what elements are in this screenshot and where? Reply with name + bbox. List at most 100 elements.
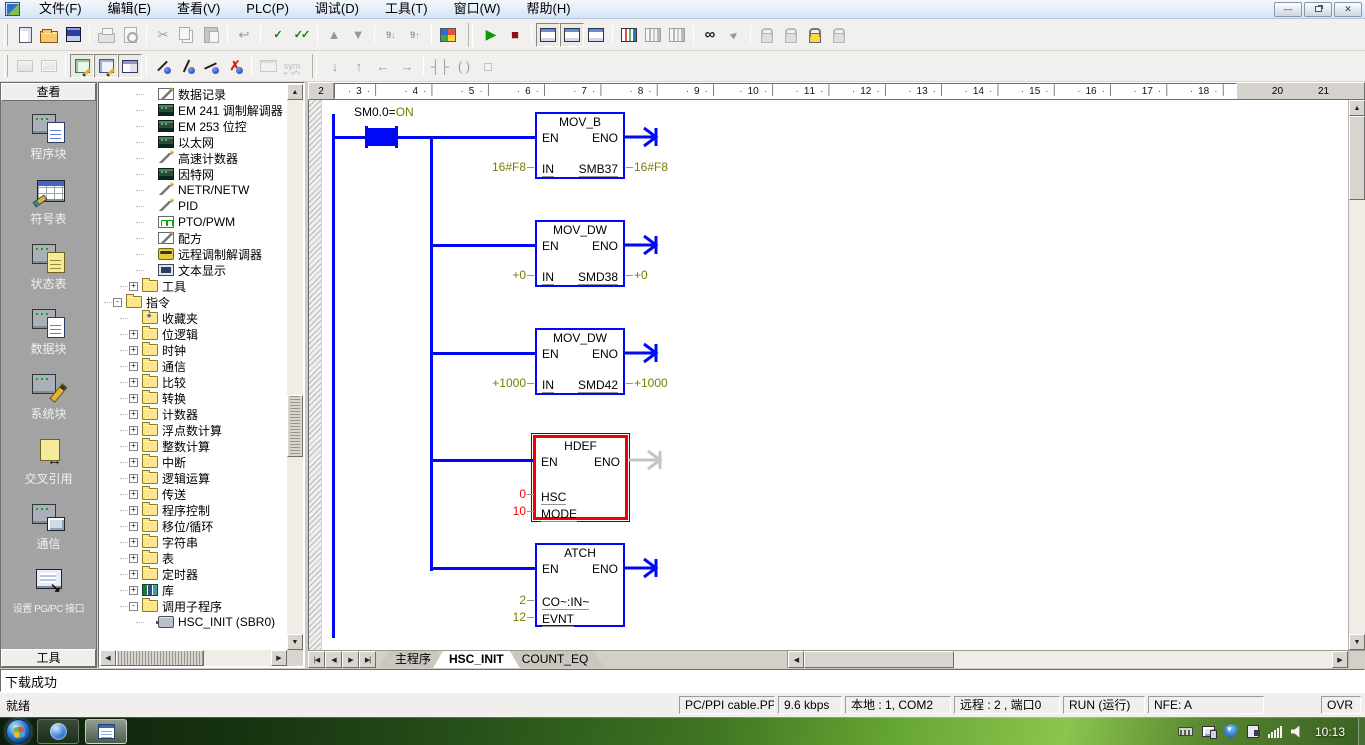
menu-item[interactable]: 帮助(H) bbox=[514, 0, 584, 18]
tree-expander-icon[interactable]: - bbox=[113, 298, 122, 307]
contact-sm0-0[interactable] bbox=[368, 128, 395, 146]
tree-item[interactable]: PID bbox=[100, 198, 287, 214]
delete-network-button[interactable] bbox=[37, 54, 61, 78]
sidebar-item-pgpc-interface[interactable]: 设置 PG/PC 接口 bbox=[1, 568, 96, 615]
close-button[interactable]: ✕ bbox=[1334, 2, 1362, 17]
tree-expander-icon[interactable]: + bbox=[129, 586, 138, 595]
tree-item[interactable]: PTO/PWM bbox=[100, 214, 287, 230]
network-computer-icon[interactable] bbox=[1202, 726, 1215, 737]
show-desktop-button[interactable] bbox=[1358, 718, 1365, 745]
sidebar-item-cross-reference[interactable]: 交叉引用 bbox=[1, 438, 96, 487]
tree-expander-icon[interactable]: + bbox=[129, 330, 138, 339]
operand-value[interactable]: 16#F8 bbox=[437, 160, 535, 174]
tree-item[interactable]: + 工具 bbox=[100, 278, 287, 294]
instruction-block-mov-dw[interactable]: MOV_DW ENENO INSMD38 bbox=[535, 220, 625, 287]
pou-comments-button[interactable] bbox=[70, 54, 94, 78]
tree-item[interactable]: + 传送 bbox=[100, 486, 287, 502]
tree-item[interactable]: + 中断 bbox=[100, 454, 287, 470]
signal-bars-icon[interactable] bbox=[1268, 726, 1282, 738]
scroll-thumb[interactable] bbox=[804, 651, 954, 668]
operand-value[interactable]: +0 bbox=[437, 268, 535, 282]
tree-item[interactable]: 配方 bbox=[100, 230, 287, 246]
force-options-button[interactable] bbox=[803, 23, 827, 47]
print-button[interactable] bbox=[94, 23, 118, 47]
operand-value[interactable]: 0 bbox=[437, 487, 535, 501]
options-button[interactable] bbox=[436, 23, 460, 47]
insert-contact-button[interactable] bbox=[428, 54, 452, 78]
editor-horizontal-scrollbar[interactable]: ◀ ▶ bbox=[787, 651, 1348, 668]
tab-first-button[interactable]: |◀ bbox=[308, 651, 325, 668]
scroll-down-icon[interactable]: ▼ bbox=[287, 634, 303, 650]
tree-item[interactable]: EM 253 位控 bbox=[100, 118, 287, 134]
tree-item[interactable]: + 转换 bbox=[100, 390, 287, 406]
compile-button[interactable] bbox=[265, 23, 289, 47]
read-all-forced-button[interactable] bbox=[827, 23, 851, 47]
tree-expander-icon[interactable]: + bbox=[129, 570, 138, 579]
menu-item[interactable]: 窗口(W) bbox=[441, 0, 514, 18]
tree-item[interactable]: + 表 bbox=[100, 550, 287, 566]
tree-item[interactable]: + 定时器 bbox=[100, 566, 287, 582]
menu-item[interactable]: 编辑(E) bbox=[95, 0, 164, 18]
tab-next-button[interactable]: ▶ bbox=[342, 651, 359, 668]
edit-in-run-button[interactable] bbox=[722, 23, 746, 47]
sidebar-item-system-block[interactable]: 系统块 bbox=[1, 373, 96, 422]
tree-expander-icon[interactable]: + bbox=[129, 426, 138, 435]
insert-coil-button[interactable] bbox=[452, 54, 476, 78]
insert-box-button[interactable] bbox=[476, 54, 500, 78]
plug-icon[interactable] bbox=[1247, 725, 1259, 738]
instruction-block-mov-b[interactable]: MOV_B ENENO INSMB37 bbox=[535, 112, 625, 179]
tree-expander-icon[interactable]: + bbox=[129, 346, 138, 355]
tab-hsc-init[interactable]: HSC_INIT bbox=[433, 651, 520, 668]
delete-line-button[interactable] bbox=[223, 54, 247, 78]
tree-item[interactable]: + 通信 bbox=[100, 358, 287, 374]
single-read-chart-button[interactable] bbox=[665, 23, 689, 47]
download-button[interactable] bbox=[346, 23, 370, 47]
cut-button[interactable] bbox=[151, 23, 175, 47]
scroll-thumb[interactable] bbox=[287, 395, 303, 457]
taskbar-app-browser[interactable] bbox=[37, 719, 79, 744]
scroll-down-icon[interactable]: ▼ bbox=[1349, 634, 1365, 650]
operand-value[interactable]: 10 bbox=[437, 504, 535, 518]
insert-up-line-button[interactable] bbox=[175, 54, 199, 78]
tree-expander-icon[interactable]: + bbox=[129, 538, 138, 547]
taskbar-app-microwin[interactable] bbox=[85, 719, 127, 744]
tree-item[interactable]: 数据记录 bbox=[100, 86, 287, 102]
toolbar-grip[interactable] bbox=[4, 24, 8, 46]
insert-down-line-button[interactable] bbox=[151, 54, 175, 78]
tab-last-button[interactable]: ▶| bbox=[359, 651, 376, 668]
tree-item[interactable]: 文本显示 bbox=[100, 262, 287, 278]
open-project-button[interactable] bbox=[37, 23, 61, 47]
scroll-right-icon[interactable]: ▶ bbox=[1332, 651, 1348, 668]
scroll-up-icon[interactable]: ▲ bbox=[1349, 100, 1365, 116]
menu-item[interactable]: 查看(V) bbox=[164, 0, 233, 18]
save-project-button[interactable] bbox=[61, 23, 85, 47]
tree-item[interactable]: + 计数器 bbox=[100, 406, 287, 422]
tab-count-eq[interactable]: COUNT_EQ bbox=[506, 651, 605, 668]
tree-item[interactable]: 因特网 bbox=[100, 166, 287, 182]
tree-item[interactable]: + 浮点数计算 bbox=[100, 422, 287, 438]
tree-expander-icon[interactable]: + bbox=[129, 474, 138, 483]
symbol-info-table-button[interactable] bbox=[118, 54, 142, 78]
tree-expander-icon[interactable]: + bbox=[129, 554, 138, 563]
tree-item[interactable]: NETR/NETW bbox=[100, 182, 287, 198]
tree-expander-icon[interactable]: + bbox=[129, 282, 138, 291]
minimize-button[interactable]: — bbox=[1274, 2, 1302, 17]
pause-program-status-button[interactable] bbox=[560, 23, 584, 47]
ladder-canvas[interactable]: SM0.0=ON MOV_B ENENO INSMB37 16# bbox=[308, 100, 1348, 650]
tree-item[interactable]: + 程序控制 bbox=[100, 502, 287, 518]
insert-network-button[interactable] bbox=[13, 54, 37, 78]
tree-item[interactable]: 高速计数器 bbox=[100, 150, 287, 166]
tree-item[interactable]: + 整数计算 bbox=[100, 438, 287, 454]
unforce-button[interactable] bbox=[779, 23, 803, 47]
line-down-button[interactable] bbox=[323, 54, 347, 78]
sort-ascending-button[interactable] bbox=[379, 23, 403, 47]
force-button[interactable] bbox=[755, 23, 779, 47]
instruction-block-atch[interactable]: ATCH ENENO CO~:IN~ EVNT bbox=[535, 543, 625, 627]
copy-button[interactable] bbox=[175, 23, 199, 47]
tree-item[interactable]: 以太网 bbox=[100, 134, 287, 150]
tree-item[interactable]: HSC_INIT (SBR0) bbox=[100, 614, 287, 630]
operand-value[interactable]: 12 bbox=[437, 610, 535, 624]
sidebar-item-program-block[interactable]: 程序块 bbox=[1, 113, 96, 162]
apply-symbols-button[interactable] bbox=[256, 54, 280, 78]
paste-button[interactable] bbox=[199, 23, 223, 47]
